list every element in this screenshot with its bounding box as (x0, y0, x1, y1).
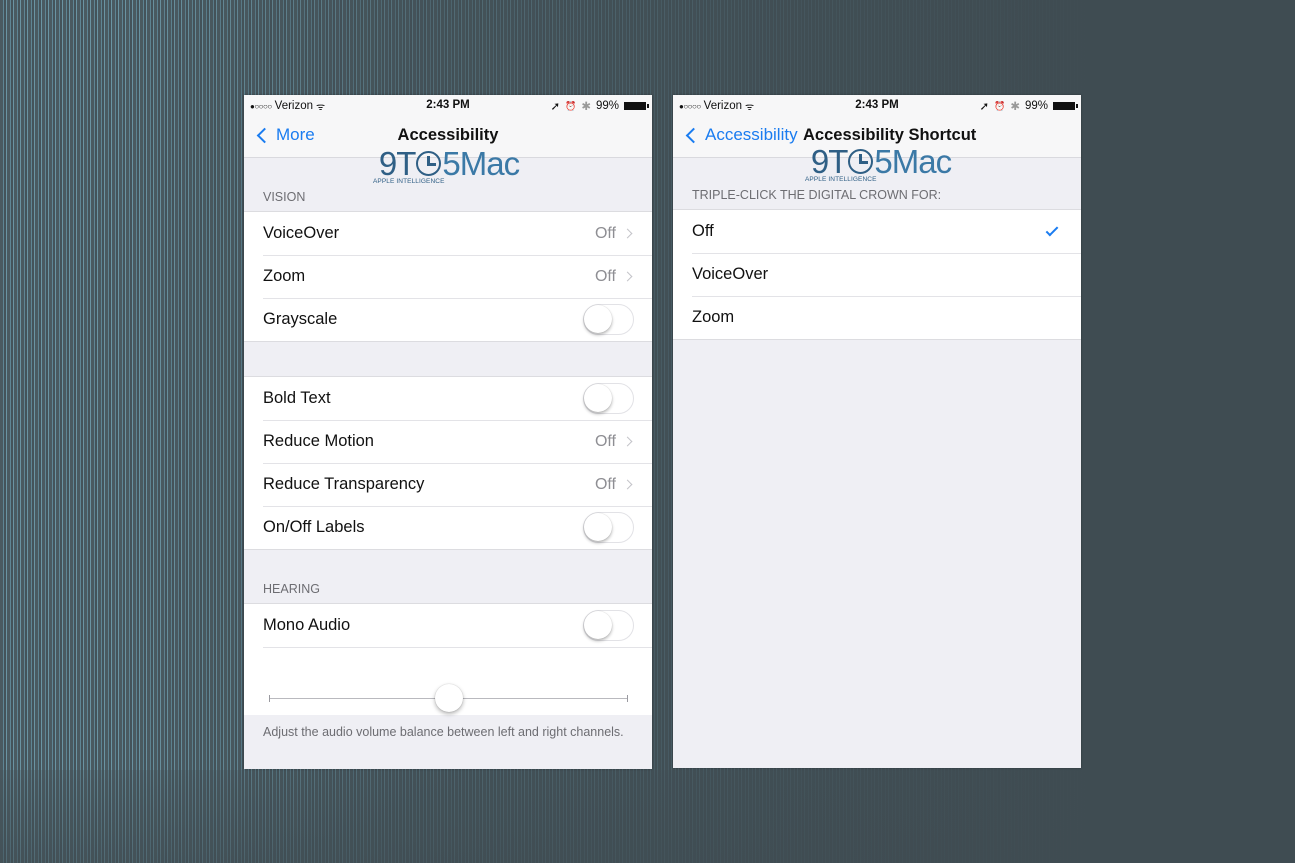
row-on-off-labels: On/Off Labels (244, 506, 652, 549)
row-bold-text: Bold Text (244, 377, 652, 420)
slider-right-tick (627, 695, 628, 702)
alarm-icon: ⏰ (994, 100, 1006, 111)
toggle-knob (584, 384, 612, 412)
row-zoom[interactable]: Zoom Off (244, 255, 652, 298)
chevron-right-icon (622, 436, 633, 447)
on-off-labels-toggle[interactable] (583, 512, 634, 543)
bluetooth-icon: ✱ (1010, 101, 1020, 113)
row-reduce-motion[interactable]: Reduce Motion Off (244, 420, 652, 463)
chevron-left-icon (685, 127, 702, 143)
battery-percent: 99% (1024, 100, 1048, 112)
vision-group: VoiceOver Off Zoom Off Grayscale (244, 211, 652, 342)
mono-audio-toggle[interactable] (583, 610, 634, 641)
row-label: Zoom (263, 267, 306, 285)
row-label: Bold Text (263, 389, 331, 407)
balance-footer: Adjust the audio volume balance between … (263, 725, 624, 739)
back-button[interactable]: Accessibility (685, 125, 798, 145)
option-label: VoiceOver (692, 265, 769, 283)
option-voiceover[interactable]: VoiceOver (673, 253, 1081, 296)
option-label: Off (692, 222, 714, 240)
location-icon: ➚ (979, 101, 990, 113)
display-group: Bold Text Reduce Motion Off Reduce Trans… (244, 376, 652, 550)
grayscale-toggle[interactable] (583, 304, 634, 335)
navigation-bar: Accessibility Accessibility Shortcut (673, 115, 1081, 158)
row-grayscale: Grayscale (244, 298, 652, 341)
page-title: Accessibility Shortcut (803, 126, 977, 144)
row-mono-audio: Mono Audio (244, 604, 652, 647)
row-label: VoiceOver (263, 224, 340, 242)
accessibility-shortcut-screen: ●○○○○ Verizon ᯤ 2:43 PM ➚ ⏰ ✱ 99% Access… (673, 95, 1081, 768)
accessibility-screen: ●○○○○ Verizon ᯤ 2:43 PM ➚ ⏰ ✱ 99% More A… (244, 95, 652, 769)
row-value: Off (594, 267, 616, 285)
row-label: Reduce Motion (263, 432, 374, 450)
status-bar: ●○○○○ Verizon ᯤ 2:43 PM ➚ ⏰ ✱ 99% (244, 95, 652, 115)
battery-icon (1053, 102, 1078, 110)
slider-thumb[interactable] (434, 684, 463, 712)
section-header-hearing: HEARING (263, 582, 320, 596)
toggle-knob (584, 305, 612, 333)
checkmark-icon (1045, 223, 1059, 236)
slider-left-tick (269, 695, 270, 702)
section-header-vision: VISION (263, 190, 306, 204)
row-reduce-transparency[interactable]: Reduce Transparency Off (244, 463, 652, 506)
option-off[interactable]: Off (673, 210, 1081, 253)
row-label: Reduce Transparency (263, 475, 425, 493)
row-label: On/Off Labels (263, 518, 365, 536)
bold-text-toggle[interactable] (583, 383, 634, 414)
row-label: Grayscale (263, 310, 338, 328)
row-label: Mono Audio (263, 616, 351, 634)
toggle-knob (584, 611, 612, 639)
option-label: Zoom (692, 308, 735, 326)
navigation-bar: More Accessibility (244, 115, 652, 158)
back-button-label: Accessibility (705, 125, 798, 144)
row-value: Off (594, 475, 616, 493)
shortcut-options: Off VoiceOver Zoom (673, 209, 1081, 340)
battery-icon (624, 102, 649, 110)
row-voiceover[interactable]: VoiceOver Off (244, 212, 652, 255)
status-bar: ●○○○○ Verizon ᯤ 2:43 PM ➚ ⏰ ✱ 99% (673, 95, 1081, 115)
page-title: Accessibility (397, 126, 499, 144)
location-icon: ➚ (550, 101, 561, 113)
balance-slider[interactable] (263, 647, 652, 715)
chevron-right-icon (622, 479, 633, 490)
bluetooth-icon: ✱ (581, 101, 591, 113)
section-header-triple-click: TRIPLE-CLICK THE DIGITAL CROWN FOR: (692, 188, 942, 202)
option-zoom[interactable]: Zoom (673, 296, 1081, 339)
hearing-group: Mono Audio (244, 603, 652, 715)
battery-percent: 99% (595, 100, 619, 112)
row-value: Off (594, 224, 616, 242)
toggle-knob (584, 513, 612, 541)
background-shade (0, 770, 1295, 863)
chevron-right-icon (622, 271, 633, 282)
alarm-icon: ⏰ (565, 100, 577, 111)
chevron-right-icon (622, 228, 633, 239)
row-value: Off (594, 432, 616, 450)
